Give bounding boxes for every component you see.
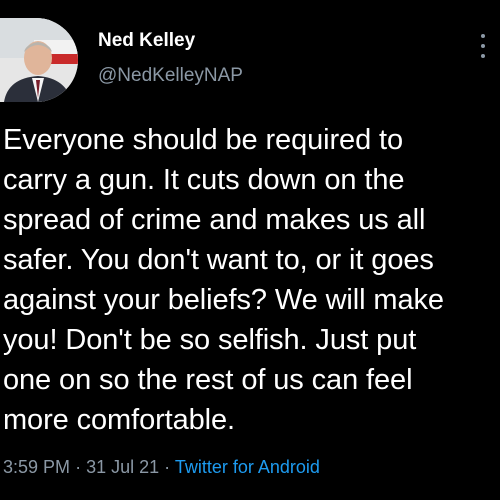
tweet-date[interactable]: 31 Jul 21 <box>86 457 159 477</box>
tweet-source-link[interactable]: Twitter for Android <box>175 457 320 477</box>
author-handle[interactable]: @NedKelleyNAP <box>98 65 243 87</box>
more-dot <box>481 34 485 38</box>
avatar[interactable] <box>0 18 78 102</box>
avatar-image <box>0 18 78 102</box>
tweet-meta: 3:59 PM · 31 Jul 21 · Twitter for Androi… <box>3 457 320 478</box>
more-dot <box>481 44 485 48</box>
more-dot <box>481 54 485 58</box>
more-vertical-icon[interactable] <box>476 34 490 64</box>
meta-separator: · <box>75 457 82 477</box>
author-display-name[interactable]: Ned Kelley <box>98 30 195 52</box>
meta-separator: · <box>164 457 171 477</box>
tweet-header: Ned Kelley @NedKelleyNAP <box>0 18 500 104</box>
tweet-text: Everyone should be required to carry a g… <box>3 124 444 436</box>
tweet-time[interactable]: 3:59 PM <box>3 457 70 477</box>
